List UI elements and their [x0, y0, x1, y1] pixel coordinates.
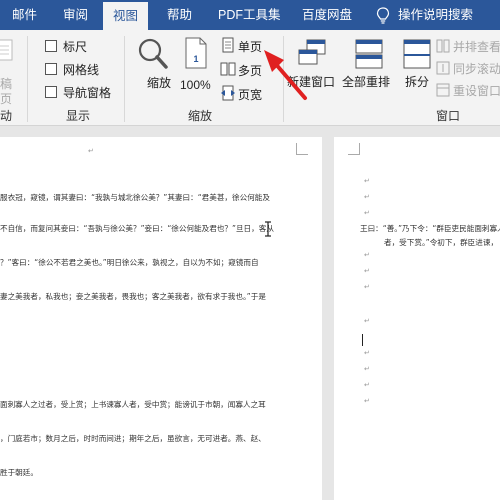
tab-help[interactable]: 帮助	[167, 0, 192, 30]
text-line: ，门庭若市；数月之后，时时而间进；期年之后，虽欲言，无可进者。燕、赵、	[0, 434, 266, 443]
tab-review[interactable]: 审阅	[63, 0, 88, 30]
sync-scroll-button[interactable]: 同步滚动	[436, 60, 500, 78]
page-width-label: 页宽	[238, 88, 263, 102]
ruler-label: 标尺	[63, 39, 88, 54]
document-page-1[interactable]: ↵ 服衣冠，窥镜，谓其妻曰：“我孰与城北徐公美？”其妻曰：“君美甚，徐公何能及 …	[0, 137, 322, 500]
text-line: 妻之美我者，私我也；妾之美我者，畏我也；客之美我者，欲有求于我也。”于是	[0, 292, 266, 301]
new-window-label: 新建窗口	[287, 75, 336, 89]
text-line: 不自信，而复问其妾曰：“吾孰与徐公美？”妾曰：“徐公何能及君也？”旦日，客从	[0, 224, 274, 233]
side-by-side-label: 并排查看	[453, 40, 500, 54]
group-label-partial: 动	[0, 109, 13, 123]
checkbox-box[interactable]	[45, 86, 57, 98]
tell-me-search[interactable]: 操作说明搜索	[398, 0, 473, 30]
new-window-button[interactable]: 新建窗口	[287, 36, 337, 102]
sync-scroll-label: 同步滚动	[453, 62, 500, 76]
text-line: 面刺寡人之过者，受上赏；上书谏寡人者，受中赏；能谤讥于市朝，闻寡人之耳	[0, 400, 266, 409]
document-page-2[interactable]: ↵ ↵ ↵ 王曰：“善。”乃下令：“群臣吏民能面刺寡人之 者，受下赏。”令初下，…	[334, 137, 500, 500]
tab-mailings[interactable]: 邮件	[12, 0, 37, 30]
multiple-pages-button[interactable]: 多页	[220, 60, 272, 78]
one-page-label: 单页	[238, 40, 263, 54]
insertion-caret	[362, 334, 363, 346]
sync-scroll-icon	[436, 61, 450, 75]
arrange-all-icon	[355, 39, 383, 69]
paragraph-mark: ↵	[364, 194, 370, 201]
split-icon	[403, 39, 431, 69]
paragraph-mark: ↵	[364, 252, 370, 259]
text-cursor-icon	[265, 221, 271, 237]
view-side-by-side-button[interactable]: 并排查看	[436, 38, 500, 56]
page-width-button[interactable]: 页宽	[220, 84, 272, 102]
paragraph-mark: ↵	[364, 284, 370, 291]
navigation-pane-checkbox[interactable]: 导航窗格	[45, 84, 111, 100]
single-page-icon	[222, 37, 234, 53]
svg-text:1: 1	[193, 54, 198, 64]
magnifier-icon	[138, 38, 168, 69]
side-by-side-icon	[436, 39, 450, 53]
text-line: 胜于朝廷。	[0, 468, 38, 477]
zoom-100-label: 100%	[180, 78, 211, 92]
margin-corner-mark	[348, 143, 360, 155]
paragraph-mark: ↵	[364, 382, 370, 389]
draft-label-2: 页	[0, 92, 13, 106]
multiple-pages-label: 多页	[238, 64, 263, 78]
window-group-label: 窗口	[436, 109, 461, 123]
paragraph-mark: ↵	[364, 366, 370, 373]
paragraph-mark: ↵	[364, 318, 370, 325]
document-area: ↵ 服衣冠，窥镜，谓其妻曰：“我孰与城北徐公美？”其妻曰：“君美甚，徐公何能及 …	[0, 127, 500, 500]
checkbox-box[interactable]	[45, 63, 57, 75]
split-label: 拆分	[405, 75, 430, 89]
page-width-icon	[221, 85, 235, 101]
paragraph-mark: ↵	[364, 268, 370, 275]
text-line: 服衣冠，窥镜，谓其妻曰：“我孰与城北徐公美？”其妻曰：“君美甚，徐公何能及	[0, 193, 270, 202]
reset-window-position-button[interactable]: 重设窗口位置	[436, 82, 500, 100]
zoom-100-button[interactable]: 1 100%	[178, 36, 214, 106]
arrange-all-label: 全部重排	[342, 75, 391, 89]
zoom-label: 缩放	[147, 76, 172, 90]
checkbox-box[interactable]	[45, 40, 57, 52]
ribbon-tab-bar: 邮件 审阅 视图 帮助 PDF工具集 百度网盘 操作说明搜索	[0, 0, 500, 30]
gridlines-label: 网格线	[63, 62, 100, 77]
text-line: ？”客曰：“徐公不若君之美也。”明日徐公来，孰视之，自以为不如；窥镜而自	[0, 258, 259, 267]
arrange-all-button[interactable]: 全部重排	[342, 36, 396, 102]
multiple-pages-icon	[220, 62, 236, 76]
page-100-icon: 1	[185, 37, 207, 69]
tab-view[interactable]: 视图	[103, 2, 149, 30]
paragraph-mark: ↵	[88, 148, 94, 155]
reset-position-icon	[436, 83, 450, 97]
group-divider	[27, 36, 28, 122]
one-page-button[interactable]: 单页	[220, 36, 272, 54]
navigation-pane-label: 导航窗格	[63, 85, 112, 100]
group-divider	[124, 36, 125, 122]
draft-view-icon[interactable]	[0, 38, 16, 72]
tab-pdf-tools[interactable]: PDF工具集	[218, 0, 281, 30]
paragraph-mark: ↵	[364, 350, 370, 357]
zoom-group-label: 缩放	[188, 109, 213, 123]
paragraph-mark: ↵	[364, 210, 370, 217]
gridlines-checkbox[interactable]: 网格线	[45, 61, 99, 77]
text-line: 王曰：“善。”乃下令：“群臣吏民能面刺寡人之	[360, 224, 500, 233]
paragraph-mark: ↵	[364, 178, 370, 185]
margin-corner-mark	[296, 143, 308, 155]
zoom-button[interactable]: 缩放	[135, 36, 171, 106]
show-group-label: 显示	[66, 109, 91, 123]
lightbulb-icon	[376, 7, 390, 24]
reset-position-label: 重设窗口位置	[453, 84, 500, 98]
new-window-icon	[298, 39, 326, 65]
ruler-checkbox[interactable]: 标尺	[45, 38, 87, 54]
group-divider	[283, 36, 284, 122]
ribbon-view: 稿 页 动 标尺 网格线 导航窗格 显示 缩放 1 100% 单页 多页 页宽 …	[0, 30, 500, 126]
text-line: 者，受下赏。”令初下，群臣进谏，	[384, 238, 499, 247]
split-button[interactable]: 拆分	[400, 36, 434, 102]
tab-baidu-netdisk[interactable]: 百度网盘	[302, 0, 352, 30]
paragraph-mark: ↵	[364, 398, 370, 405]
